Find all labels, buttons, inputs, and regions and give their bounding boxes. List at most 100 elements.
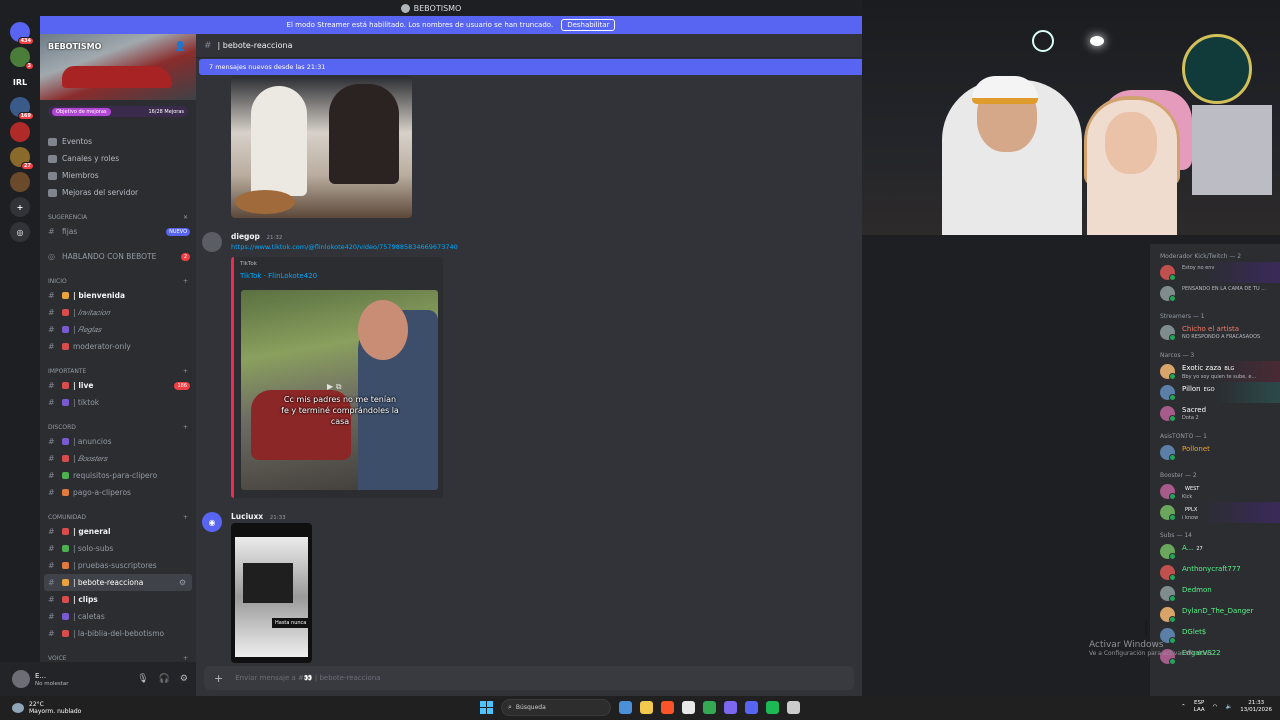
scrollbar[interactable] (1145, 620, 1148, 636)
gear-icon[interactable]: ⚙ (179, 578, 186, 587)
member-item[interactable]: DylanD_The_Danger (1150, 604, 1280, 625)
embed-provider: TikTok (240, 261, 257, 267)
add-channel-icon[interactable]: + (183, 514, 188, 521)
disable-streamer-button[interactable]: Deshabilitar (561, 19, 616, 31)
channel-item[interactable]: # requisitos-para-clipero (40, 467, 196, 484)
channel-item[interactable]: # | pruebas-suscriptores (40, 557, 196, 574)
member-item[interactable]: Pollonet (1150, 442, 1280, 463)
member-item[interactable]: WEST Kick (1150, 481, 1280, 502)
server-icon[interactable]: 434 (10, 22, 34, 45)
member-item[interactable]: Sacred Dota 2 (1150, 403, 1280, 424)
message-input[interactable]: + Enviar mensaje a #👀 | bebote-reacciona (204, 666, 854, 690)
language-indicator[interactable]: ESP LAA (1194, 700, 1205, 714)
embed-title[interactable]: TikTok · FlinLokote420 (240, 272, 317, 280)
add-server-icon[interactable]: + (10, 197, 30, 217)
member-item[interactable]: A... 27 (1150, 541, 1280, 562)
embed-video[interactable]: ▶ ⧉ Cc mis padres no me tenían fe y term… (241, 290, 438, 490)
server-name[interactable]: BEBOTISMO (48, 42, 101, 51)
channel-item[interactable]: # | general (40, 523, 196, 540)
weather-widget[interactable]: 22°C Mayorm. nublado (0, 701, 200, 715)
server-icon[interactable] (10, 172, 30, 192)
add-channel-icon[interactable]: + (183, 424, 188, 431)
taskbar-app-icon[interactable] (703, 701, 716, 714)
message-author[interactable]: Luciuxx (231, 512, 263, 521)
chevron-up-icon[interactable]: ⌃ (1181, 704, 1186, 710)
channel-item[interactable]: # | bienvenida (40, 287, 196, 304)
taskbar-app-icon[interactable] (682, 701, 695, 714)
taskbar-search[interactable]: ⌕ Búsqueda (501, 699, 611, 716)
new-messages-bar[interactable]: 7 mensajes nuevos desde las 21:31 (199, 59, 862, 75)
member-item[interactable]: Anthonycraft777 (1150, 562, 1280, 583)
category-header[interactable]: IMPORTANTE + (40, 365, 196, 377)
taskbar-app-icon[interactable] (640, 701, 653, 714)
add-channel-icon[interactable]: + (183, 655, 188, 662)
channel-item[interactable]: # | solo-subs (40, 540, 196, 557)
clock[interactable]: 21:33 13/01/2026 (1240, 700, 1272, 714)
channel-item[interactable]: # pago-a-cliperos (40, 484, 196, 501)
attachment-image[interactable]: Hasta nunca (231, 523, 312, 663)
boost-progress-bar[interactable]: Objetivo de mejoras 16/28 Mejoras (48, 106, 188, 117)
add-attachment-icon[interactable]: + (214, 672, 223, 685)
channel-item[interactable]: # | 𝐼𝑛𝑣𝑖𝑡𝑎𝑐𝑖𝑜𝑛 (40, 304, 196, 321)
avatar[interactable] (202, 232, 222, 252)
category-header[interactable]: COMUNIDAD + (40, 511, 196, 523)
add-channel-icon[interactable]: + (183, 278, 188, 285)
discord-avatar-icon[interactable]: ◉ (202, 512, 222, 532)
category-header[interactable]: VOICE + (40, 652, 196, 662)
channel-item[interactable]: # | bebote-reacciona ⚙ (44, 574, 192, 591)
explore-icon[interactable]: ◎ (10, 222, 30, 242)
server-icon[interactable]: 27 (10, 147, 34, 170)
hash-icon: # (48, 629, 55, 638)
message-link[interactable]: https://www.tiktok.com/@flinlokote420/vi… (231, 243, 458, 251)
server-menu-item[interactable]: Miembros (40, 167, 196, 184)
message-author[interactable]: diegop (231, 232, 260, 241)
server-banner[interactable]: BEBOTISMO 👤 (40, 34, 196, 100)
invite-icon[interactable]: 👤 (175, 42, 186, 52)
channel-item[interactable]: # | anuncios (40, 433, 196, 450)
server-icon[interactable]: IRL (10, 72, 30, 92)
server-icon[interactable] (10, 122, 30, 142)
taskbar-app-icon[interactable] (745, 701, 758, 714)
category-header[interactable]: INICIO + (40, 275, 196, 287)
windows-start-icon[interactable] (480, 701, 493, 714)
member-item[interactable]: Estoy no env (1150, 262, 1280, 283)
hablando-con-bebote[interactable]: ◎ HABLANDO CON BEBOTE 2 (40, 248, 196, 265)
taskbar-app-icon[interactable] (766, 701, 779, 714)
headphones-icon[interactable]: 🎧 (159, 674, 170, 684)
attachment-image[interactable] (231, 76, 412, 218)
server-icon[interactable]: 3 (10, 47, 34, 70)
channel-item[interactable]: # | tiktok (40, 394, 196, 411)
channel-item[interactable]: # | la-biblia-del-bebotismo (40, 625, 196, 642)
member-item[interactable]: Pillon EGO (1150, 382, 1280, 403)
member-item[interactable]: Dedmon (1150, 583, 1280, 604)
wifi-icon[interactable]: ◠ (1213, 704, 1218, 710)
microphone-icon[interactable]: 🎙 (137, 674, 148, 684)
channel-item[interactable]: # | live 186 (40, 377, 196, 394)
channel-fijas[interactable]: # fijas NUEVO (40, 223, 196, 240)
taskbar-app-icon[interactable] (619, 701, 632, 714)
taskbar-app-icon[interactable] (661, 701, 674, 714)
taskbar-app-icon[interactable] (787, 701, 800, 714)
channel-item[interactable]: # | 𝐵𝑜𝑜𝑠𝑡𝑒𝑟𝑠 (40, 450, 196, 467)
member-item[interactable]: PENSANDO EN LA CAMA DE TU ... (1150, 283, 1280, 304)
close-icon[interactable]: ✕ (183, 214, 188, 221)
member-item[interactable]: PPLX i know (1150, 502, 1280, 523)
server-icon[interactable]: 169 (10, 97, 34, 120)
avatar[interactable] (12, 670, 30, 688)
member-item[interactable]: Chicho el artista NO RESPONDO A FRACASADO… (1150, 322, 1280, 343)
member-tag: BLG (1224, 366, 1235, 372)
gear-icon[interactable]: ⚙ (180, 674, 188, 684)
member-name: Sacred (1182, 406, 1207, 414)
server-menu-item[interactable]: Eventos (40, 133, 196, 150)
add-channel-icon[interactable]: + (183, 368, 188, 375)
category-header[interactable]: DISCORD + (40, 421, 196, 433)
channel-item[interactable]: # | clips (40, 591, 196, 608)
volume-icon[interactable]: 🔈 (1225, 704, 1232, 710)
channel-item[interactable]: # moderator-only (40, 338, 196, 355)
server-menu-item[interactable]: Canales y roles (40, 150, 196, 167)
member-item[interactable]: Exotic zaza BLG Bby yo soy quien te sube, … (1150, 361, 1280, 382)
channel-item[interactable]: # | caletas (40, 608, 196, 625)
server-menu-item[interactable]: Mejoras del servidor (40, 184, 196, 201)
channel-item[interactable]: # | 𝑅𝑒𝑔𝑙𝑎𝑠 (40, 321, 196, 338)
taskbar-app-icon[interactable] (724, 701, 737, 714)
